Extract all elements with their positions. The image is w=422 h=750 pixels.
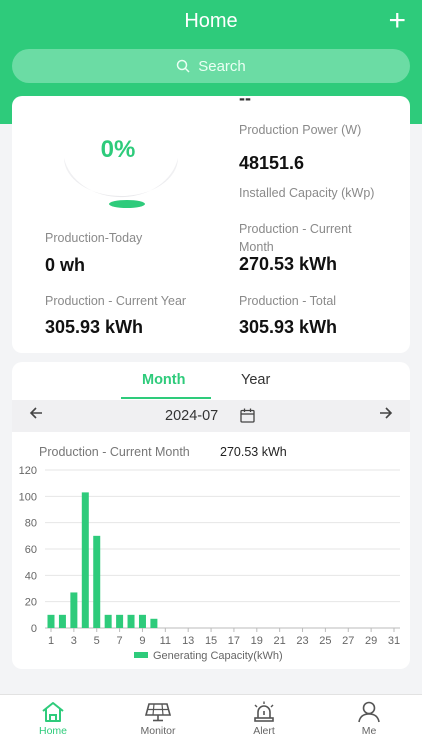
power-value: -- (239, 88, 251, 108)
x-tick-label: 7 (117, 635, 123, 647)
user-icon (358, 701, 380, 723)
next-month-button[interactable] (378, 405, 394, 426)
bar (104, 614, 112, 628)
x-tick-label: 15 (205, 635, 217, 647)
home-icon (42, 702, 64, 722)
x-tick-label: 1 (48, 635, 54, 647)
x-tick-label: 21 (274, 635, 286, 647)
tab-year[interactable]: Year (241, 372, 270, 388)
nav-alert[interactable]: Alert (224, 695, 304, 750)
legend-label: Generating Capacity(kWh) (153, 650, 283, 662)
today-value: 0 wh (45, 255, 86, 275)
bottom-tab-bar: Home Monitor Alert Me (0, 694, 422, 750)
nav-me-label: Me (361, 725, 377, 737)
year-label: Production - Current Year (45, 294, 187, 308)
arrow-left-icon (29, 407, 42, 419)
bar (81, 492, 89, 628)
page-title: Home (184, 10, 238, 32)
add-button[interactable]: + (388, 6, 406, 36)
y-tick-label: 100 (19, 491, 37, 503)
x-tick-label: 31 (388, 635, 400, 647)
search-bar[interactable]: Search (12, 49, 410, 83)
bar (47, 614, 55, 628)
power-label: Production Power (W) (239, 123, 362, 137)
bar (150, 618, 158, 628)
y-tick-label: 60 (25, 544, 37, 556)
month-value: 270.53 kWh (239, 254, 338, 274)
tab-underline (121, 397, 211, 399)
chart-value: 270.53 kWh (220, 445, 287, 459)
search-placeholder: Search (198, 57, 246, 75)
x-tick-label: 5 (94, 635, 100, 647)
tab-month[interactable]: Month (142, 372, 185, 388)
production-percent: 0% (100, 136, 136, 163)
nav-monitor-label: Monitor (140, 725, 176, 737)
chart-label: Production - Current Month (39, 445, 190, 459)
bar (70, 592, 78, 628)
prev-month-button[interactable] (28, 405, 44, 426)
solar-panel-icon (144, 703, 172, 722)
x-tick-label: 29 (365, 635, 377, 647)
legend-swatch (134, 652, 148, 658)
bar (58, 614, 66, 628)
x-tick-label: 9 (139, 635, 145, 647)
nav-home[interactable]: Home (13, 695, 93, 750)
alarm-icon (254, 701, 274, 722)
nav-me[interactable]: Me (329, 695, 409, 750)
nav-monitor[interactable]: Monitor (118, 695, 198, 750)
production-chart: 0204060801001201 3 5 7 9 11 13 15 17 19 21 23 25 27 29… (19, 465, 400, 662)
y-tick-label: 0 (31, 623, 37, 635)
x-tick-label: 17 (228, 635, 240, 647)
total-value: 305.93 kWh (239, 317, 338, 337)
x-tick-label: 13 (182, 635, 194, 647)
calendar-icon[interactable] (240, 408, 255, 423)
today-label: Production-Today (45, 231, 143, 245)
bar (127, 614, 135, 628)
current-date: 2024-07 (165, 408, 219, 424)
y-tick-label: 120 (19, 465, 37, 477)
total-label: Production - Total (239, 294, 337, 308)
capacity-value: 48151.6 (239, 153, 305, 173)
y-tick-label: 80 (25, 518, 37, 530)
x-tick-label: 25 (319, 635, 331, 647)
x-tick-label: 23 (296, 635, 308, 647)
y-tick-label: 40 (25, 570, 37, 582)
x-tick-label: 27 (342, 635, 354, 647)
arrow-right-icon (380, 407, 393, 419)
x-tick-label: 19 (251, 635, 263, 647)
search-icon (176, 59, 190, 73)
month-label: Production - Current Month (239, 222, 352, 254)
y-tick-label: 20 (25, 597, 37, 609)
year-value: 305.93 kWh (45, 317, 144, 337)
bar (93, 535, 101, 628)
bar (138, 614, 146, 628)
x-tick-label: 11 (160, 635, 171, 647)
x-tick-label: 3 (71, 635, 77, 647)
nav-home-label: Home (38, 725, 67, 737)
nav-alert-label: Alert (253, 725, 275, 737)
capacity-label: Installed Capacity (kWp) (239, 186, 375, 200)
bar (116, 614, 124, 628)
